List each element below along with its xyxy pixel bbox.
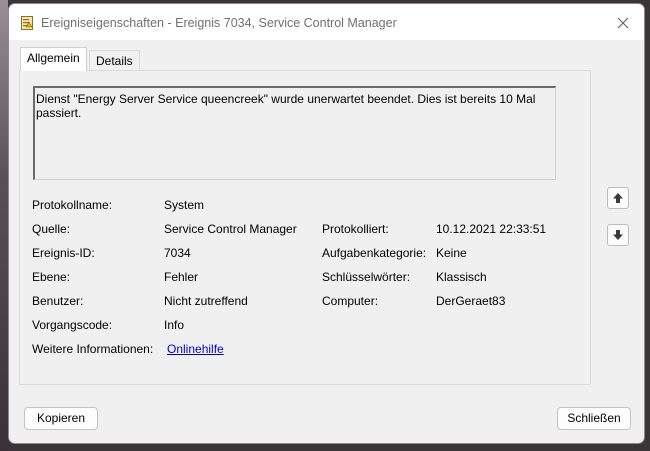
title-bar[interactable]: Ereigniseigenschaften - Ereignis 7034, S… — [9, 4, 644, 40]
event-properties-dialog: Ereigniseigenschaften - Ereignis 7034, S… — [8, 3, 645, 444]
close-dialog-button[interactable]: Schließen — [557, 407, 631, 430]
close-icon — [617, 17, 629, 29]
close-button[interactable] — [612, 12, 634, 34]
user-value: Nicht zutreffend — [164, 294, 248, 308]
copy-button[interactable]: Kopieren — [24, 407, 98, 430]
event-id-value: 7034 — [164, 246, 191, 260]
task-category-label: Aufgabenkategorie: — [322, 246, 427, 260]
source-value: Service Control Manager — [164, 222, 297, 236]
next-event-button[interactable] — [607, 224, 629, 246]
log-name-label: Protokollname: — [32, 198, 113, 212]
source-label: Quelle: — [32, 222, 71, 236]
opcode-value: Info — [164, 318, 185, 332]
opcode-label: Vorgangscode: — [32, 318, 113, 332]
computer-label: Computer: — [322, 294, 379, 308]
level-label: Ebene: — [32, 270, 71, 284]
tab-allgemein[interactable]: Allgemein — [20, 47, 87, 71]
arrow-down-icon — [613, 230, 623, 240]
keywords-value: Klassisch — [436, 270, 487, 284]
user-label: Benutzer: — [32, 294, 84, 308]
level-value: Fehler — [164, 270, 199, 284]
desktop-background — [0, 0, 8, 451]
keywords-label: Schlüsselwörter: — [322, 270, 411, 284]
logged-value: 10.12.2021 22:33:51 — [436, 222, 547, 236]
tab-details[interactable]: Details — [89, 50, 140, 71]
event-id-label: Ereignis-ID: — [32, 246, 95, 260]
event-viewer-icon — [21, 16, 34, 30]
logged-label: Protokolliert: — [322, 222, 389, 236]
log-name-value: System — [164, 198, 205, 212]
more-info-label: Weitere Informationen: — [32, 342, 154, 356]
description-text: Dienst "Energy Server Service queencreek… — [36, 92, 536, 120]
computer-value: DerGeraet83 — [436, 294, 506, 308]
online-help-link[interactable]: Onlinehilfe — [167, 342, 224, 356]
previous-event-button[interactable] — [607, 187, 629, 209]
window-title: Ereigniseigenschaften - Ereignis 7034, S… — [41, 16, 397, 30]
arrow-up-icon — [613, 193, 623, 203]
task-category-value: Keine — [436, 246, 467, 260]
